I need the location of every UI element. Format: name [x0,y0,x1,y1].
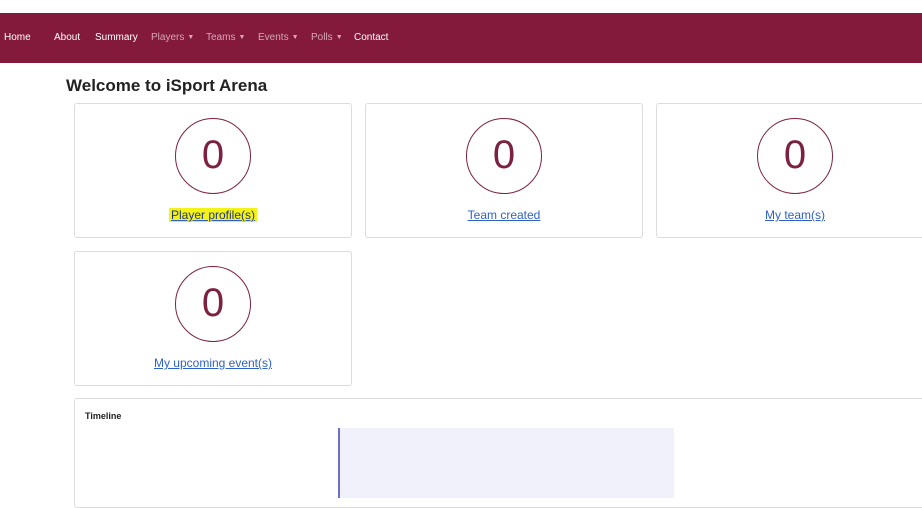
timeline-title: Timeline [85,411,122,421]
card-upcoming-events: 0 My upcoming event(s) [74,251,352,386]
nav-about[interactable]: About [54,13,80,63]
timeline-panel: Timeline [74,398,922,508]
top-navbar: Home About Summary Players ▼ Teams ▼ Event… [0,13,922,63]
nav-contact[interactable]: Contact [354,13,388,63]
caret-down-icon: ▼ [291,34,299,41]
nav-teams-label: Teams [206,32,236,43]
nav-summary[interactable]: Summary [95,13,138,63]
nav-events-dropdown[interactable]: Events ▼ [258,13,299,63]
my-teams-link[interactable]: My team(s) [657,208,922,222]
nav-polls-dropdown[interactable]: Polls ▼ [311,13,343,63]
team-created-count: 0 [466,118,542,194]
caret-down-icon: ▼ [335,34,343,41]
player-profiles-label: Player profile(s) [168,208,258,222]
nav-players-dropdown[interactable]: Players ▼ [151,13,194,63]
upcoming-events-label: My upcoming event(s) [153,356,273,370]
nav-players-label: Players [151,32,185,43]
nav-polls-label: Polls [311,32,333,43]
player-profiles-link[interactable]: Player profile(s) [75,208,351,222]
card-my-teams: 0 My team(s) [656,103,922,238]
team-created-link[interactable]: Team created [366,208,642,222]
player-profiles-count: 0 [175,118,251,194]
timeline-chart-area [338,428,674,498]
nav-home[interactable]: Home [4,13,31,63]
caret-down-icon: ▼ [187,34,195,41]
card-team-created: 0 Team created [365,103,643,238]
upcoming-events-link[interactable]: My upcoming event(s) [75,356,351,370]
upcoming-events-count: 0 [175,266,251,342]
caret-down-icon: ▼ [238,34,246,41]
card-player-profiles: 0 Player profile(s) [74,103,352,238]
my-teams-count: 0 [757,118,833,194]
team-created-label: Team created [467,208,541,222]
nav-events-label: Events [258,32,289,43]
page-title: Welcome to iSport Arena [66,76,268,95]
my-teams-label: My team(s) [765,208,825,222]
nav-teams-dropdown[interactable]: Teams ▼ [206,13,245,63]
